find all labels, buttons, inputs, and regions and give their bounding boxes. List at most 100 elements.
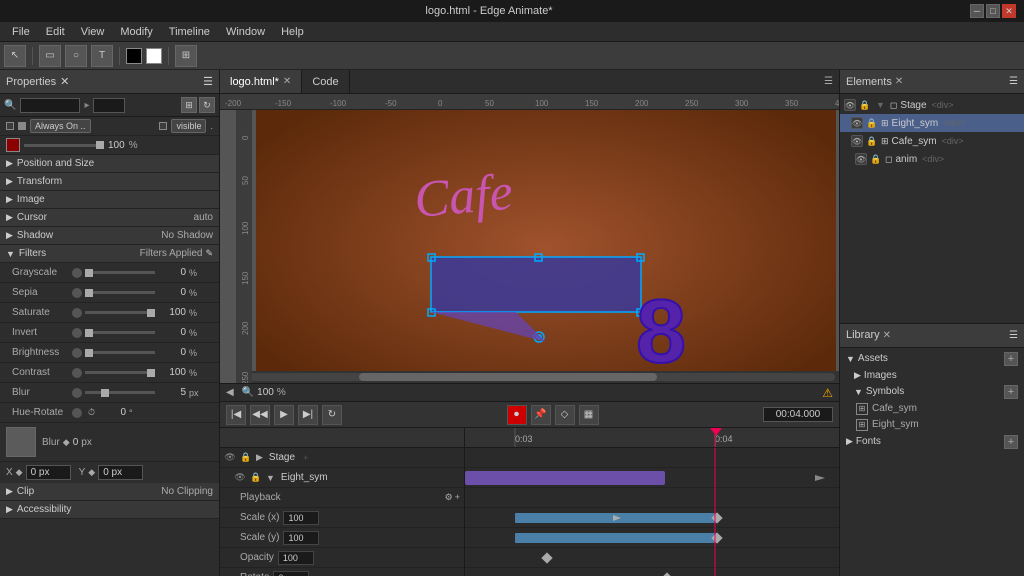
stage-lock-icon[interactable]: 🔒: [240, 452, 252, 464]
loop-button[interactable]: ↻: [322, 405, 342, 425]
canvas-area[interactable]: 0 50 100 150 200 250: [236, 110, 839, 383]
play-button[interactable]: ▶: [274, 405, 294, 425]
rewind-button[interactable]: ◀◀: [250, 405, 270, 425]
y-input[interactable]: [98, 465, 143, 480]
fonts-header[interactable]: ▶ Fonts +: [840, 433, 1024, 451]
element-type-input[interactable]: div: [93, 98, 125, 113]
stage-eye-icon[interactable]: 👁: [224, 452, 236, 464]
stage-tab-close-icon[interactable]: ✕: [283, 76, 291, 87]
minimize-button[interactable]: ─: [970, 4, 984, 18]
element-eight-sym[interactable]: 👁 🔒 ⊞ Eight_sym <div>: [840, 114, 1024, 132]
playback-settings-icon[interactable]: ⚙: [445, 492, 453, 503]
cafe-el-eye-icon[interactable]: 👁: [851, 135, 863, 147]
accessibility-section[interactable]: ▶ Accessibility: [0, 501, 219, 519]
eight-eye-icon[interactable]: 👁: [234, 472, 246, 484]
always-on-toggle2[interactable]: [18, 122, 26, 130]
eight-lock-icon[interactable]: 🔒: [250, 472, 262, 484]
menu-file[interactable]: File: [4, 24, 38, 40]
grayscale-slider[interactable]: [85, 271, 155, 274]
invert-slider[interactable]: [85, 331, 155, 334]
opacity-tl-input[interactable]: [278, 551, 314, 565]
scale-x-input[interactable]: [283, 511, 319, 525]
prop-icon-1[interactable]: ⊞: [181, 97, 197, 113]
color-swatch[interactable]: [6, 138, 20, 152]
pin-button[interactable]: 📌: [531, 405, 551, 425]
stage-canvas[interactable]: Cafe: [256, 110, 836, 383]
blur-slider[interactable]: [85, 391, 155, 394]
filters-edit-icon[interactable]: ✎: [205, 248, 213, 259]
menu-timeline[interactable]: Timeline: [161, 24, 218, 40]
rectangle-tool-button[interactable]: ▭: [39, 45, 61, 67]
scroll-left-icon[interactable]: ◀: [226, 387, 234, 398]
stroke-color[interactable]: [126, 48, 142, 64]
lib-cafe-sym[interactable]: ⊞ Cafe_sym: [840, 401, 1024, 417]
menu-window[interactable]: Window: [218, 24, 273, 40]
maximize-button[interactable]: □: [986, 4, 1000, 18]
eight-el-lock-icon[interactable]: 🔒: [866, 117, 878, 129]
stage-el-lock-icon[interactable]: 🔒: [859, 99, 871, 111]
assets-header[interactable]: ▼ Assets +: [840, 350, 1024, 368]
timeline-playhead[interactable]: [715, 428, 716, 447]
prev-frame-button[interactable]: |◀: [226, 405, 246, 425]
ellipse-tool-button[interactable]: ○: [65, 45, 87, 67]
fill-color[interactable]: [146, 48, 162, 64]
stage-el-eye-icon[interactable]: 👁: [844, 99, 856, 111]
stage-collapse-icon[interactable]: ▼: [876, 100, 885, 110]
shadow-section[interactable]: ▶ Shadow No Shadow: [0, 227, 219, 245]
filters-section[interactable]: ▼ Filters Filters Applied ✎: [0, 245, 219, 263]
playback-add-icon[interactable]: +: [455, 492, 460, 503]
scale-y-input[interactable]: [283, 531, 319, 545]
element-cafe-sym[interactable]: 👁 🔒 ⊞ Cafe_sym <div>: [840, 132, 1024, 150]
anim-el-eye-icon[interactable]: 👁: [855, 153, 867, 165]
menu-help[interactable]: Help: [273, 24, 312, 40]
visible-toggle[interactable]: [159, 122, 167, 130]
stage-add-icon[interactable]: +: [303, 453, 308, 463]
tab-options-button[interactable]: ☰: [818, 76, 839, 87]
anim-el-lock-icon[interactable]: 🔒: [870, 153, 882, 165]
fonts-add-button[interactable]: +: [1004, 435, 1018, 449]
stage-expand-icon[interactable]: ▶: [256, 452, 263, 463]
element-name-input[interactable]: anim: [20, 98, 80, 113]
code-tab[interactable]: Code: [302, 70, 349, 93]
transition-button[interactable]: ▦: [579, 405, 599, 425]
x-input[interactable]: [26, 465, 71, 480]
rotate-input[interactable]: [273, 571, 309, 576]
sepia-slider[interactable]: [85, 291, 155, 294]
record-button[interactable]: ⏺: [507, 405, 527, 425]
element-anim[interactable]: 👁 🔒 ◻ anim <div>: [840, 150, 1024, 168]
contrast-slider[interactable]: [85, 371, 155, 374]
clip-section[interactable]: ▶ Clip No Clipping: [0, 483, 219, 501]
library-options-icon[interactable]: ☰: [1009, 330, 1018, 341]
hue-rotate-animate-icon[interactable]: ⏱: [88, 407, 95, 418]
images-header[interactable]: ▶ Images: [840, 368, 1024, 383]
close-button[interactable]: ✕: [1002, 4, 1016, 18]
stage-scroll-thumb[interactable]: [359, 373, 657, 381]
elements-options-icon[interactable]: ☰: [1009, 76, 1018, 87]
easing-button[interactable]: ◇: [555, 405, 575, 425]
brightness-slider[interactable]: [85, 351, 155, 354]
eight-el-eye-icon[interactable]: 👁: [851, 117, 863, 129]
text-tool-button[interactable]: T: [91, 45, 113, 67]
symbols-add-button[interactable]: +: [1004, 385, 1018, 399]
current-time-display[interactable]: 00:04.000: [763, 407, 833, 422]
eight-expand-icon[interactable]: ▼: [266, 473, 275, 483]
next-frame-button[interactable]: ▶|: [298, 405, 318, 425]
position-size-section[interactable]: ▶ Position and Size: [0, 155, 219, 173]
properties-options-icon[interactable]: ☰: [203, 75, 213, 88]
cursor-section[interactable]: ▶ Cursor auto: [0, 209, 219, 227]
always-on-toggle[interactable]: [6, 122, 14, 130]
select-tool-button[interactable]: ↖: [4, 45, 26, 67]
visible-button[interactable]: visible: [171, 119, 206, 133]
symbols-header[interactable]: ▼ Symbols +: [840, 383, 1024, 401]
stage-hscroll[interactable]: [236, 371, 839, 383]
image-section[interactable]: ▶ Image: [0, 191, 219, 209]
lib-eight-sym[interactable]: ⊞ Eight_sym: [840, 417, 1024, 433]
menu-view[interactable]: View: [73, 24, 113, 40]
menu-edit[interactable]: Edit: [38, 24, 73, 40]
always-on-button[interactable]: Always On ..: [30, 119, 91, 133]
transform-section[interactable]: ▶ Transform: [0, 173, 219, 191]
cafe-el-lock-icon[interactable]: 🔒: [866, 135, 878, 147]
menu-modify[interactable]: Modify: [112, 24, 160, 40]
assets-add-button[interactable]: +: [1004, 352, 1018, 366]
stage-tab[interactable]: logo.html* ✕: [220, 70, 302, 93]
